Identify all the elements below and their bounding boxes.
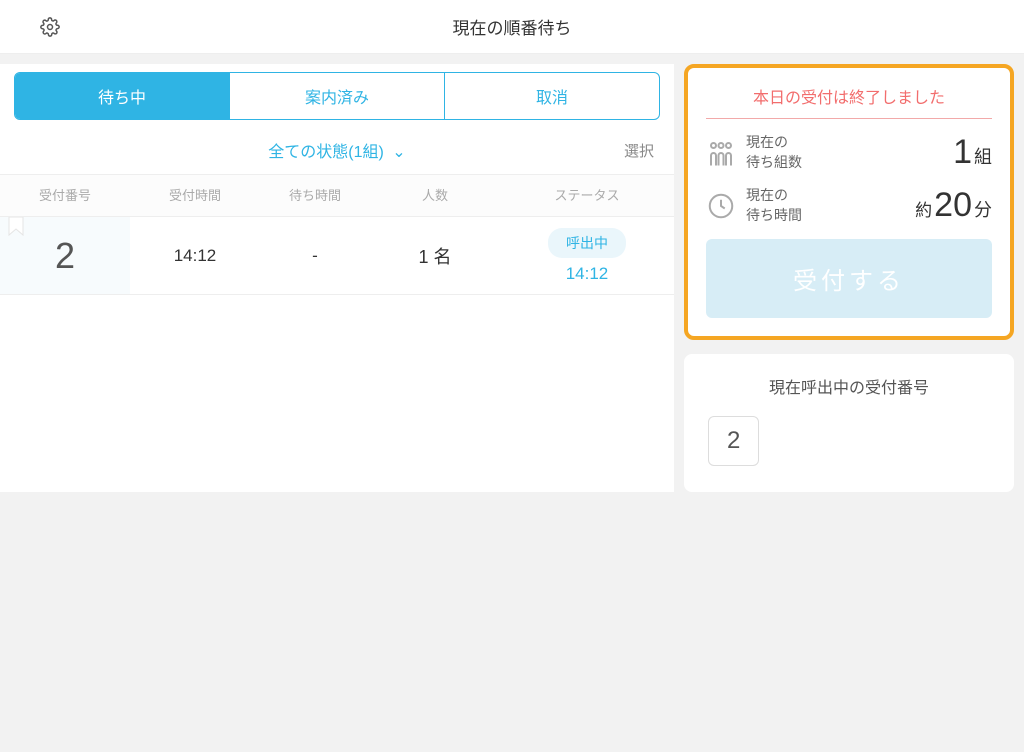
calling-title: 現在呼出中の受付番号 [702, 374, 996, 398]
col-people: 人数 [370, 185, 500, 204]
tab-guided[interactable]: 案内済み [230, 73, 445, 119]
closed-message: 本日の受付は終了しました [706, 84, 992, 119]
status-time: 14:12 [500, 264, 674, 284]
row-wait-time: - [260, 246, 370, 266]
filter-dropdown[interactable]: 全ての状態(1組) ⌄ [268, 138, 405, 162]
filter-label: 全ての状態(1組) [268, 144, 384, 161]
stat-groups-label: 現在の 待ち組数 [746, 133, 802, 172]
gear-icon[interactable] [40, 17, 60, 37]
app-header: 現在の順番待ち [0, 0, 1024, 54]
calling-number: 2 [708, 416, 759, 466]
queue-row[interactable]: 2 14:12 - 1 名 呼出中 14:12 [0, 217, 674, 295]
queue-panel: 待ち中 案内済み 取消 全ての状態(1組) ⌄ 選択 受付番号 受付時間 待ち時… [0, 64, 674, 492]
people-icon [706, 138, 736, 168]
stat-wait-label-wrap: 現在の 待ち時間 [706, 186, 802, 225]
column-headers: 受付番号 受付時間 待ち時間 人数 ステータス [0, 175, 674, 217]
row-status-cell: 呼出中 14:12 [500, 228, 674, 284]
col-wait-time: 待ち時間 [260, 185, 370, 204]
stat-wait-value: 20 [934, 186, 972, 225]
stat-wait-label: 現在の 待ち時間 [746, 186, 802, 225]
stat-wait-unit: 分 [974, 196, 992, 222]
stat-groups-value-wrap: 1 組 [953, 133, 992, 172]
select-button[interactable]: 選択 [624, 140, 654, 161]
side-panel: 本日の受付は終了しました 現在の 待ち組数 1 組 [684, 64, 1024, 492]
col-accept-time: 受付時間 [130, 185, 260, 204]
stat-groups-value: 1 [953, 133, 972, 172]
stat-wait: 現在の 待ち時間 約 20 分 [706, 186, 992, 225]
stat-wait-prefix: 約 [915, 196, 932, 221]
tab-waiting[interactable]: 待ち中 [15, 73, 230, 119]
stat-groups: 現在の 待ち組数 1 組 [706, 133, 992, 172]
col-number: 受付番号 [0, 185, 130, 204]
calling-card: 現在呼出中の受付番号 2 [684, 354, 1014, 492]
filter-row: 全ての状態(1組) ⌄ 選択 [0, 120, 674, 175]
tab-cancelled[interactable]: 取消 [445, 73, 659, 119]
stat-groups-label-wrap: 現在の 待ち組数 [706, 133, 802, 172]
bookmark-icon [8, 217, 24, 237]
col-status: ステータス [500, 185, 674, 204]
row-number: 2 [55, 235, 75, 277]
stat-wait-value-wrap: 約 20 分 [915, 186, 992, 225]
row-accept-time: 14:12 [130, 246, 260, 266]
accept-button[interactable]: 受付する [706, 239, 992, 318]
summary-card: 本日の受付は終了しました 現在の 待ち組数 1 組 [684, 64, 1014, 340]
clock-icon [706, 191, 736, 221]
stat-groups-unit: 組 [974, 143, 992, 169]
chevron-down-icon: ⌄ [392, 144, 405, 161]
row-people: 1 名 [370, 243, 500, 269]
page-title: 現在の順番待ち [0, 14, 1024, 39]
status-tabs: 待ち中 案内済み 取消 [14, 72, 660, 120]
main-content: 待ち中 案内済み 取消 全ての状態(1組) ⌄ 選択 受付番号 受付時間 待ち時… [0, 54, 1024, 492]
status-badge: 呼出中 [548, 228, 626, 258]
row-number-cell: 2 [0, 217, 130, 294]
